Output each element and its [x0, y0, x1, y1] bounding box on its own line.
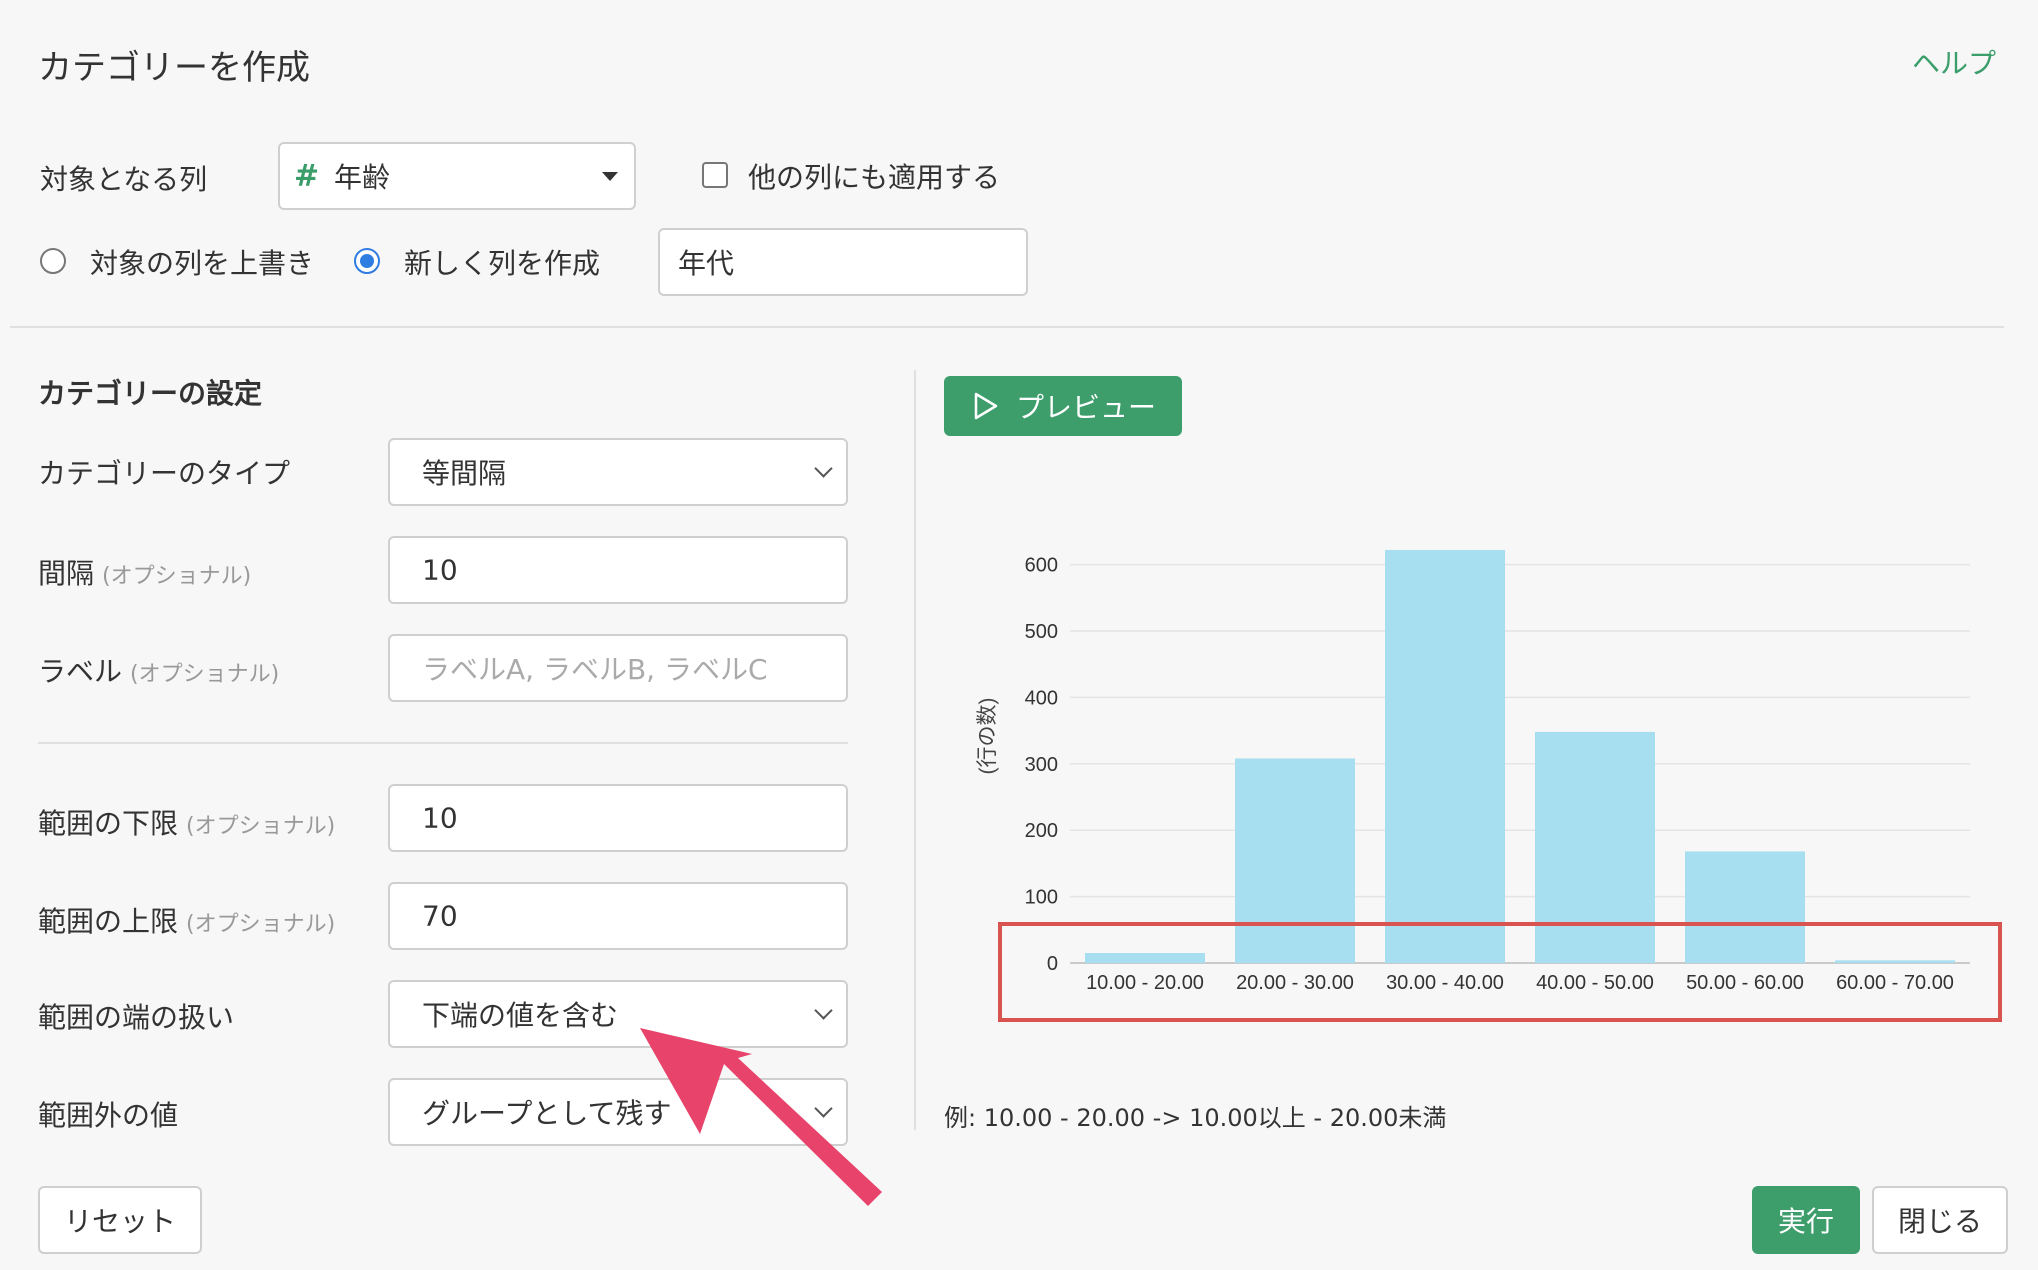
preview-button[interactable]: プレビュー	[944, 376, 1182, 436]
x-tick-label: 10.00 - 20.00	[1086, 972, 1204, 994]
header-divider	[10, 326, 2004, 328]
settings-divider	[38, 742, 848, 744]
interval-label: 間隔 (オプショナル)	[38, 552, 251, 592]
chevron-down-icon	[814, 1099, 833, 1118]
edge-handling-label: 範囲の端の扱い	[38, 1001, 235, 1034]
x-tick-labels: 10.00 - 20.00 20.00 - 30.00 30.00 - 40.00 4…	[1086, 972, 1954, 994]
bar	[1835, 960, 1955, 963]
x-tick-label: 20.00 - 30.00	[1236, 972, 1354, 994]
new-column-radio[interactable]	[354, 248, 380, 274]
example-text: 例: 10.00 - 20.00 -> 10.00以上 - 20.00未満	[944, 1104, 1447, 1132]
category-type-select[interactable]: 等間隔	[388, 438, 848, 506]
preview-histogram: 0 100 200 300 400 500 600 10.00 - 20.00 20.00 -…	[976, 549, 2002, 1022]
bar	[1535, 731, 1655, 963]
target-column-select[interactable]: # 年齢	[278, 142, 636, 210]
out-of-range-value: グループとして残す	[422, 1097, 672, 1130]
new-column-name-value: 年代	[678, 247, 735, 280]
optional-tag: (オプショナル)	[186, 912, 336, 937]
category-type-value: 等間隔	[422, 457, 507, 490]
optional-tag: (オプショナル)	[130, 662, 280, 687]
bar	[1685, 851, 1805, 963]
new-column-label: 新しく列を作成	[404, 247, 601, 280]
optional-tag: (オプショナル)	[102, 564, 252, 589]
edge-handling-value: 下端の値を含む	[422, 999, 619, 1032]
labels-placeholder: ラベルA, ラベルB, ラベルC	[422, 653, 768, 686]
interval-value: 10	[422, 553, 458, 587]
lower-bound-input[interactable]: 10	[388, 784, 848, 852]
bar	[1235, 758, 1355, 963]
target-column-label: 対象となる列	[40, 163, 208, 196]
close-button[interactable]: 閉じる	[1872, 1186, 2008, 1254]
upper-bound-label: 範囲の上限 (オプショナル)	[38, 900, 335, 940]
y-tick-label: 500	[1025, 621, 1058, 643]
play-icon	[974, 392, 998, 420]
preview-button-label: プレビュー	[1015, 391, 1156, 424]
lower-bound-label-text: 範囲の下限	[38, 807, 179, 840]
overwrite-label: 対象の列を上書き	[90, 247, 315, 280]
dialog-title: カテゴリーを作成	[38, 48, 310, 88]
chart-bars	[1085, 549, 1955, 963]
settings-section-title: カテゴリーの設定	[38, 377, 263, 410]
bar	[1385, 549, 1505, 963]
interval-input[interactable]: 10	[388, 536, 848, 604]
run-button[interactable]: 実行	[1752, 1186, 1860, 1254]
y-axis-label: (行の数)	[976, 698, 999, 775]
target-column-value: 年齢	[334, 161, 391, 194]
y-tick-label: 400	[1025, 687, 1058, 709]
panel-divider	[914, 370, 916, 1130]
lower-bound-label: 範囲の下限 (オプショナル)	[38, 802, 335, 842]
y-tick-labels: 0 100 200 300 400 500 600	[1025, 555, 1058, 975]
upper-bound-label-text: 範囲の上限	[38, 905, 179, 938]
overwrite-radio[interactable]	[40, 248, 66, 274]
labels-label-text: ラベル	[38, 655, 123, 688]
out-of-range-label: 範囲外の値	[38, 1099, 179, 1132]
interval-label-text: 間隔	[38, 557, 95, 590]
chevron-down-icon	[814, 459, 833, 478]
x-tick-label: 30.00 - 40.00	[1386, 972, 1504, 994]
reset-button[interactable]: リセット	[38, 1186, 202, 1254]
y-tick-label: 100	[1025, 887, 1058, 909]
number-type-icon: #	[294, 158, 320, 194]
apply-other-checkbox[interactable]	[702, 162, 728, 188]
x-tick-label: 40.00 - 50.00	[1536, 972, 1654, 994]
labels-label: ラベル (オプショナル)	[38, 650, 279, 690]
labels-input[interactable]: ラベルA, ラベルB, ラベルC	[388, 634, 848, 702]
x-tick-label: 50.00 - 60.00	[1686, 972, 1804, 994]
new-column-name-input[interactable]: 年代	[658, 228, 1028, 296]
upper-bound-value: 70	[422, 899, 458, 933]
y-tick-label: 0	[1047, 953, 1058, 975]
out-of-range-select[interactable]: グループとして残す	[388, 1078, 848, 1146]
x-tick-label: 60.00 - 70.00	[1836, 972, 1954, 994]
chart-grid	[1070, 563, 1970, 964]
y-tick-label: 200	[1025, 820, 1058, 842]
upper-bound-input[interactable]: 70	[388, 882, 848, 950]
caret-down-icon	[602, 172, 618, 181]
bar	[1085, 953, 1205, 963]
apply-other-label: 他の列にも適用する	[748, 161, 1001, 194]
optional-tag: (オプショナル)	[186, 814, 336, 839]
chevron-down-icon	[814, 1001, 833, 1020]
edge-handling-select[interactable]: 下端の値を含む	[388, 980, 848, 1048]
y-tick-label: 300	[1025, 754, 1058, 776]
help-link[interactable]: ヘルプ	[1912, 42, 1996, 82]
lower-bound-value: 10	[422, 801, 458, 835]
y-tick-label: 600	[1025, 555, 1058, 577]
category-type-label: カテゴリーのタイプ	[38, 457, 291, 490]
